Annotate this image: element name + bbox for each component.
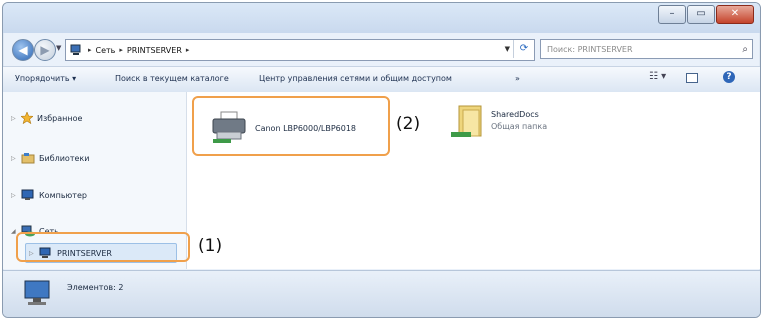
search-placeholder: Поиск: PRINTSERVER	[547, 45, 633, 54]
close-button[interactable]: ✕	[716, 5, 754, 24]
computer-icon	[21, 189, 34, 200]
arrow-right-icon: ▶	[40, 43, 50, 57]
command-bar: Упорядочить ▾ Поиск в текущем каталоге Ц…	[3, 66, 760, 93]
status-bar: Элементов: 2	[3, 270, 760, 317]
explorer-window: – ▭ ✕ ◀ ▶ ▼ ▸ Сеть ▸ PRINTSERVER ▸ ▼ ⟳ П…	[2, 2, 761, 318]
minimize-button[interactable]: –	[658, 5, 686, 24]
address-dropdown[interactable]: ▼	[505, 45, 510, 53]
library-icon	[21, 153, 35, 164]
sidebar-item-label: Компьютер	[39, 190, 87, 200]
breadcrumb-separator[interactable]: ▸	[119, 46, 123, 54]
breadcrumb-separator[interactable]: ▸	[186, 46, 190, 54]
maximize-button[interactable]: ▭	[687, 5, 715, 24]
window-controls: – ▭ ✕	[657, 5, 754, 24]
views-icon: ☷ ▾	[649, 71, 667, 82]
search-input[interactable]: Поиск: PRINTSERVER ⌕	[540, 39, 753, 59]
help-button[interactable]: ?	[723, 71, 735, 83]
callout-label-2: (2)	[396, 114, 421, 134]
callout-highlight-2	[192, 96, 390, 156]
preview-pane-button[interactable]	[686, 73, 698, 83]
expand-icon[interactable]: ▷	[11, 155, 17, 162]
arrow-left-icon: ◀	[18, 43, 28, 57]
address-row: ◀ ▶ ▼ ▸ Сеть ▸ PRINTSERVER ▸ ▼ ⟳ Поиск: …	[3, 34, 760, 64]
refresh-icon: ⟳	[519, 43, 529, 54]
breadcrumb-printserver[interactable]: PRINTSERVER	[127, 46, 182, 55]
search-icon[interactable]: ⌕	[742, 40, 748, 60]
callout-label-1: (1)	[198, 236, 223, 256]
recent-pages-dropdown[interactable]: ▼	[56, 44, 61, 52]
item-count: Элементов: 2	[67, 283, 124, 292]
folder-type: Общая папка	[491, 122, 548, 131]
change-view-button[interactable]: ☷ ▾	[649, 71, 666, 82]
shared-folder-icon	[451, 105, 482, 137]
address-bar[interactable]: ▸ Сеть ▸ PRINTSERVER ▸ ▼ ⟳	[65, 39, 535, 61]
sidebar-item-label: Избранное	[37, 113, 83, 123]
help-icon: ?	[726, 72, 732, 82]
network-icon	[70, 44, 81, 55]
sidebar-item-libraries[interactable]: ▷ Библиотеки	[11, 152, 89, 164]
forward-button[interactable]: ▶	[34, 39, 56, 61]
more-commands-button[interactable]: »	[515, 74, 520, 83]
network-center-button[interactable]: Центр управления сетями и общим доступом	[259, 74, 452, 83]
sidebar-item-label: Библиотеки	[39, 153, 90, 163]
title-bar: – ▭ ✕	[3, 3, 760, 33]
breadcrumb-network[interactable]: Сеть	[96, 46, 116, 55]
collapse-icon[interactable]: ◢	[11, 228, 17, 235]
folder-item[interactable]: SharedDocs Общая папка	[449, 104, 599, 154]
star-icon	[21, 112, 33, 124]
search-catalog-button[interactable]: Поиск в текущем каталоге	[115, 74, 229, 83]
breadcrumb-separator[interactable]: ▸	[88, 46, 92, 54]
refresh-button[interactable]: ⟳	[513, 40, 534, 58]
expand-icon[interactable]: ▷	[11, 192, 17, 199]
organize-button[interactable]: Упорядочить ▾	[15, 74, 76, 83]
callout-highlight-1	[16, 232, 190, 262]
network-computer-icon	[24, 280, 50, 305]
folder-name: SharedDocs	[491, 110, 539, 119]
back-button[interactable]: ◀	[12, 39, 34, 61]
sidebar-item-favorites[interactable]: ▷ Избранное	[11, 112, 82, 124]
expand-icon[interactable]: ▷	[11, 115, 17, 122]
sidebar-item-computer[interactable]: ▷ Компьютер	[11, 189, 87, 201]
